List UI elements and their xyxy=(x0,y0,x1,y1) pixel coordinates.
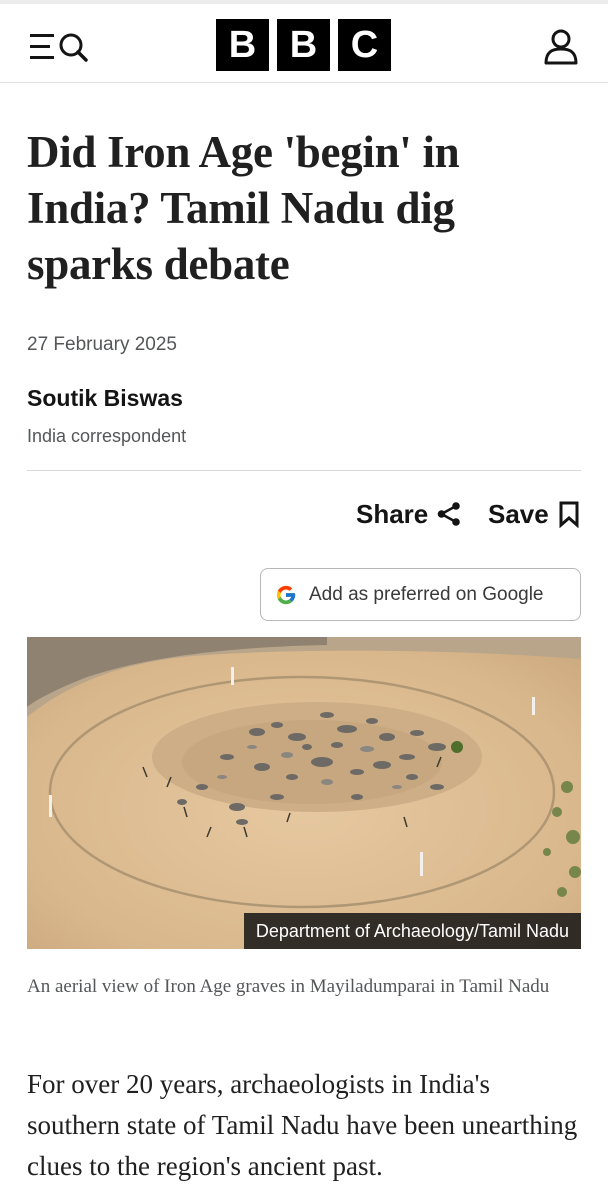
share-icon xyxy=(437,502,461,526)
image-credit: Department of Archaeology/Tamil Nadu xyxy=(243,913,581,949)
save-button[interactable]: Save xyxy=(488,496,581,532)
author-role: India correspondent xyxy=(27,426,187,446)
author-name[interactable]: Soutik Biswas xyxy=(27,385,183,412)
site-header: B B C xyxy=(0,0,608,83)
publish-date: 27 February 2025 xyxy=(27,334,177,355)
account-icon xyxy=(544,29,578,65)
google-icon xyxy=(276,585,296,604)
save-label: Save xyxy=(488,498,549,529)
menu-search-button[interactable] xyxy=(28,30,98,66)
hero-image: Department of Archaeology/Tamil Nadu xyxy=(27,637,581,949)
byline-divider xyxy=(27,470,581,471)
menu-search-icon xyxy=(30,33,88,62)
article-headline: Did Iron Age 'begin' in India? Tamil Nad… xyxy=(27,127,460,289)
bookmark-icon xyxy=(559,501,579,528)
google-button-label: Add as preferred on Google xyxy=(309,583,544,605)
bbc-logo[interactable]: B B C xyxy=(216,19,391,71)
image-caption: An aerial view of Iron Age graves in May… xyxy=(27,976,550,997)
logo-letter: B xyxy=(216,19,269,71)
share-button[interactable]: Share xyxy=(356,496,462,532)
logo-letter: B xyxy=(277,19,330,71)
logo-letter: C xyxy=(338,19,391,71)
share-label: Share xyxy=(356,498,429,529)
aerial-graves-photo xyxy=(27,637,581,949)
add-preferred-google-button[interactable]: Add as preferred on Google xyxy=(260,568,581,621)
article-paragraph: For over 20 years, archaeologists in Ind… xyxy=(27,1069,578,1181)
account-button[interactable] xyxy=(540,26,582,68)
